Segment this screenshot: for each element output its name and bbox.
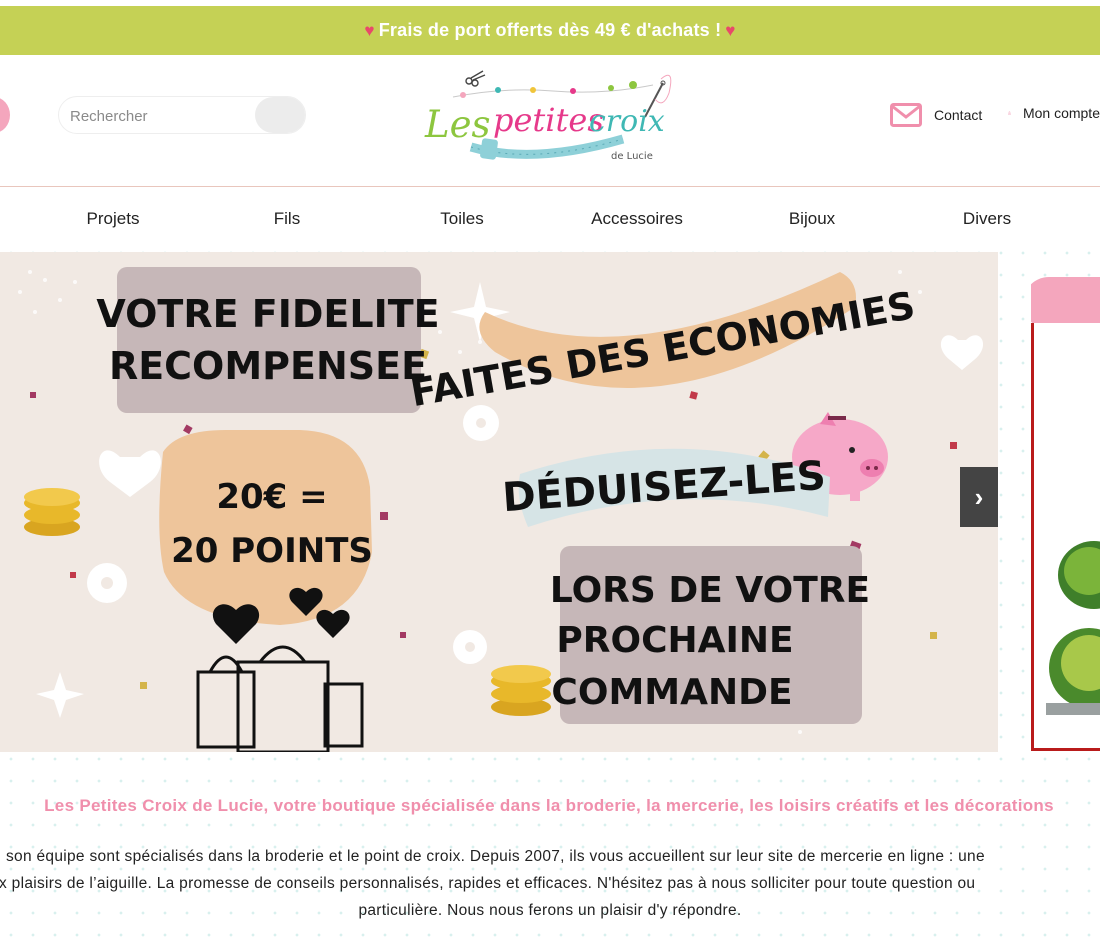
svg-text:RECOMPENSEE: RECOMPENSEE (109, 344, 427, 388)
side-card-frame (1031, 323, 1100, 751)
svg-text:PROCHAINE: PROCHAINE (556, 620, 793, 661)
about-line-2: x plaisirs de l’aiguille. La promesse de… (0, 875, 976, 892)
nav-item-projets[interactable]: Projets (87, 209, 140, 229)
search-box (58, 96, 306, 134)
svg-text:LORS DE VOTRE: LORS DE VOTRE (550, 570, 870, 611)
heart-icon: ♥ (364, 20, 375, 40)
nav-item-bijoux[interactable]: Bijoux (789, 209, 835, 229)
heart-icon: ♥ (725, 20, 736, 40)
side-card-tab (1031, 277, 1100, 329)
about-line-3: particulière. Nous nous ferons un plaisi… (358, 902, 742, 919)
search-button[interactable] (255, 97, 305, 133)
contact-link[interactable]: Contact (890, 103, 982, 127)
side-product-card[interactable] (1031, 275, 1100, 752)
nav-item-toiles[interactable]: Toiles (440, 209, 483, 229)
shop-tagline: Les Petites Croix de Lucie, votre boutiq… (44, 796, 1054, 815)
hero-banner[interactable]: VOTRE FIDELITE RECOMPENSEE 20€ = 20 POIN… (0, 252, 998, 752)
svg-text:VOTRE FIDELITE: VOTRE FIDELITE (96, 292, 439, 336)
nav-item-divers[interactable]: Divers (963, 209, 1011, 229)
svg-text:COMMANDE: COMMANDE (551, 672, 792, 713)
svg-text:Les: Les (424, 103, 490, 146)
contact-label: Contact (934, 107, 983, 123)
promo-bar: ♥ Frais de port offerts dès 49 € d'achat… (0, 6, 1100, 55)
svg-text:croix: croix (589, 104, 665, 139)
account-label: Mon compte (1022, 105, 1100, 121)
carousel-next-button[interactable]: › (960, 467, 998, 527)
menu-toggle-button[interactable] (0, 97, 10, 133)
nav-item-accessoires[interactable]: Accessoires (591, 209, 683, 229)
about-line-1: son équipe sont spécialisés dans la brod… (6, 848, 985, 865)
hero-banner-art: VOTRE FIDELITE RECOMPENSEE 20€ = 20 POIN… (0, 252, 998, 752)
mail-icon (890, 103, 922, 127)
svg-text:20 POINTS: 20 POINTS (171, 531, 373, 571)
svg-text:20€ =: 20€ = (216, 477, 327, 517)
site-header: Les petites croix de Lucie Contact Mon c… (0, 55, 1100, 187)
svg-text:de Lucie: de Lucie (611, 151, 653, 162)
main-nav: Projets Fils Toiles Accessoires Bijoux D… (0, 187, 1100, 251)
search-input[interactable] (68, 105, 252, 127)
promo-text: Frais de port offerts dès 49 € d'achats … (378, 20, 722, 40)
site-logo[interactable]: Les petites croix de Lucie (423, 69, 681, 169)
shop-description: son équipe sont spécialisés dans la brod… (0, 843, 1100, 935)
user-icon (1008, 111, 1011, 115)
svg-text:petites: petites (493, 101, 604, 139)
account-link[interactable]: Mon compte (1008, 99, 1100, 127)
cross-stitch-image (1046, 541, 1100, 715)
nav-item-fils[interactable]: Fils (274, 209, 300, 229)
